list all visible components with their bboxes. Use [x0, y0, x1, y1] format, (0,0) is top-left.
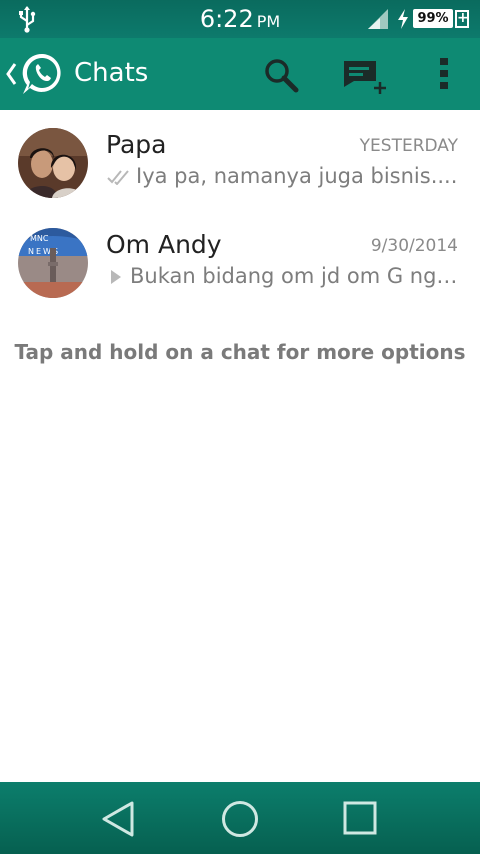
chat-preview: Bukan bidang om jd om G ng… — [106, 264, 458, 288]
status-time: 6:22 — [199, 5, 254, 33]
chat-name: Om Andy — [106, 230, 222, 259]
chat-preview: Iya pa, namanya juga bisnis.... — [106, 164, 458, 188]
chat-preview-text: Iya pa, namanya juga bisnis.... — [136, 164, 458, 188]
chat-timestamp: 9/30/2014 — [370, 236, 458, 256]
chat-preview-text: Bukan bidang om jd om G ng… — [130, 264, 458, 288]
battery-plus-icon: + — [455, 10, 469, 28]
charging-icon — [398, 9, 408, 29]
chat-row-om-andy[interactable]: MNC NEWS Om Andy 9/30/2014 Bukan bidang … — [0, 212, 480, 312]
navigation-bar — [0, 782, 480, 854]
contact-avatar[interactable]: MNC NEWS — [18, 228, 88, 298]
home-icon[interactable] — [221, 800, 259, 838]
chat-row-papa[interactable]: Papa YESTERDAY Iya pa, namanya juga bisn… — [0, 112, 480, 212]
status-ampm: PM — [256, 12, 281, 31]
battery-icon: 99% — [413, 9, 453, 28]
play-icon — [111, 270, 121, 284]
contact-avatar[interactable] — [18, 128, 88, 198]
signal-icon — [368, 9, 388, 29]
new-chat-icon[interactable] — [342, 59, 390, 99]
back-chevron-icon[interactable] — [4, 60, 18, 88]
action-bar: Chats — [0, 38, 480, 110]
page-title: Chats — [74, 58, 149, 88]
hint-text: Tap and hold on a chat for more options — [14, 340, 466, 364]
status-bar: 6:22 PM 99% + — [0, 0, 480, 38]
battery-level: 99% — [417, 11, 449, 26]
chat-name: Papa — [106, 130, 167, 159]
search-icon[interactable] — [263, 57, 299, 93]
back-icon[interactable] — [100, 800, 136, 838]
read-check-icon — [107, 170, 129, 185]
whatsapp-logo-icon[interactable] — [20, 51, 66, 97]
overflow-menu-icon[interactable] — [436, 57, 452, 91]
recent-apps-icon[interactable] — [343, 801, 377, 835]
chat-timestamp: YESTERDAY — [359, 136, 458, 156]
svg-text:MNC: MNC — [30, 234, 49, 243]
